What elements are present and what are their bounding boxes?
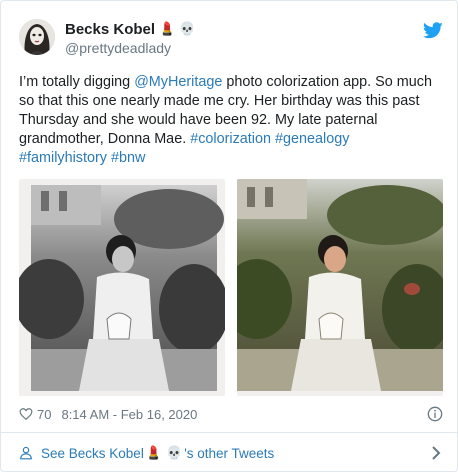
hashtag-colorization-link[interactable]: #colorization [190, 131, 271, 147]
photo-original-bw[interactable] [19, 179, 225, 396]
lipstick-emoji-icon: 💄 [145, 445, 162, 461]
chevron-right-icon[interactable] [431, 445, 441, 461]
lipstick-emoji-icon: 💄 [159, 22, 176, 37]
tweet-photos [19, 179, 443, 396]
tweet-text: I’m totally digging @MyHeritage photo co… [19, 73, 443, 168]
twitter-bird-icon[interactable] [423, 22, 443, 39]
tweet-timestamp[interactable]: 8:14 AM - Feb 16, 2020 [61, 407, 197, 422]
text-segment: I’m totally digging [19, 74, 135, 90]
hashtag-genealogy-link[interactable]: #genealogy [275, 131, 349, 147]
see-other-tweets-link[interactable]: See Becks Kobel 💄 💀 's other Tweets [19, 443, 443, 463]
tweet-card: Becks Kobel 💄 💀 @prettydeadlady I’m tota… [0, 0, 458, 472]
heart-outline-icon[interactable] [19, 407, 33, 421]
divider [1, 432, 458, 433]
author-name[interactable]: Becks Kobel [65, 21, 155, 38]
author-name-row[interactable]: Becks Kobel 💄 💀 [65, 21, 195, 38]
footer-prefix: See Becks Kobel [41, 445, 144, 461]
footer-suffix: 's other Tweets [184, 445, 275, 461]
author-avatar[interactable] [19, 19, 55, 55]
photo-colorized[interactable] [237, 179, 443, 396]
tweet-header: Becks Kobel 💄 💀 @prettydeadlady [19, 19, 443, 59]
hashtag-familyhistory-link[interactable]: #familyhistory [19, 150, 107, 166]
mention-myheritage-link[interactable]: @MyHeritage [134, 74, 222, 90]
hashtag-bnw-link[interactable]: #bnw [111, 150, 145, 166]
author-handle[interactable]: @prettydeadlady [65, 40, 171, 56]
skull-emoji-icon: 💀 [166, 445, 183, 461]
info-circle-icon[interactable] [427, 406, 443, 422]
skull-emoji-icon: 💀 [179, 22, 196, 37]
person-icon [20, 446, 32, 460]
like-count[interactable]: 70 [37, 407, 51, 422]
tweet-meta: 70 8:14 AM - Feb 16, 2020 [19, 404, 443, 424]
